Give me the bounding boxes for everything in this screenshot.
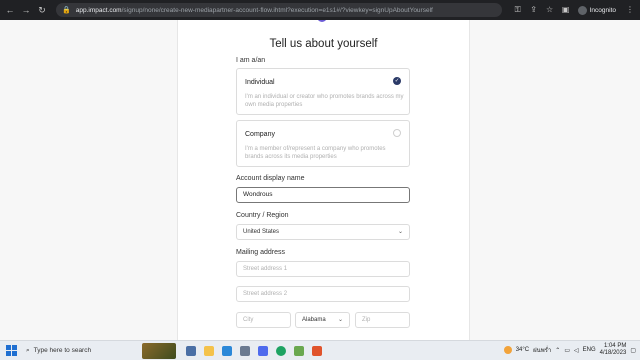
weather-temp: 34°C: [515, 347, 530, 353]
zip-input[interactable]: Zip: [355, 312, 410, 328]
taskbar: ⌕ Type here to search 34°C ฝนพร่ำ ⌃ ▭ ◁ …: [0, 340, 640, 360]
clock[interactable]: 1:04 PM 4/18/2023: [600, 343, 627, 357]
task-view-icon[interactable]: [186, 345, 196, 356]
key-icon[interactable]: ⚿: [512, 4, 524, 16]
system-tray: 34°C ฝนพร่ำ ⌃ ▭ ◁ ENG 1:04 PM 4/18/2023 …: [503, 343, 636, 357]
street1-input[interactable]: Street address 1: [236, 261, 410, 277]
chevron-down-icon: ⌄: [337, 317, 343, 323]
star-icon[interactable]: ☆: [544, 4, 556, 16]
network-icon[interactable]: ▭: [564, 347, 570, 354]
option-individual-title: Individual: [245, 79, 275, 86]
country-value: United States: [243, 229, 280, 235]
option-company-title: Company: [245, 131, 275, 138]
browser-toolbar: ← → ↻ 🔒 app.impact.com/signup/none/creat…: [0, 0, 640, 20]
search-highlight-image: [142, 342, 176, 359]
search-icon: ⌕: [26, 346, 30, 354]
tray-chevron-icon[interactable]: ⌃: [555, 347, 560, 354]
taskbar-apps: [186, 345, 322, 356]
state-value: Alabama: [302, 317, 326, 323]
weather-icon: [503, 346, 512, 354]
radio-checked-icon[interactable]: ✓: [393, 77, 401, 85]
country-label: Country / Region: [236, 212, 289, 219]
option-individual[interactable]: Individual I'm an individual or creator …: [236, 68, 410, 115]
state-select[interactable]: Alabama ⌄: [295, 312, 350, 328]
chevron-down-icon: ⌄: [397, 229, 403, 235]
file-explorer-icon[interactable]: [204, 345, 214, 356]
option-company-desc: I'm a member of/represent a company who …: [245, 146, 386, 160]
type-label: I am a/an: [236, 57, 266, 64]
display-name-input[interactable]: Wondrous: [236, 187, 410, 203]
lock-icon: 🔒: [62, 7, 71, 14]
display-name-label: Account display name: [236, 175, 305, 182]
incognito-icon: [577, 5, 587, 15]
forward-icon[interactable]: →: [20, 4, 32, 16]
store-icon[interactable]: [240, 345, 250, 356]
weather-desc: ฝนพร่ำ: [533, 348, 552, 354]
incognito-label: Incognito: [589, 6, 616, 14]
option-company[interactable]: Company I'm a member of/represent a comp…: [236, 120, 410, 167]
edge-icon[interactable]: [222, 345, 232, 356]
url-path: /signup/none/create-new-mediapartner-acc…: [121, 6, 433, 14]
address-bar[interactable]: 🔒 app.impact.com/signup/none/create-new-…: [56, 3, 502, 17]
clock-date: 4/18/2023: [599, 350, 627, 356]
windows-start-icon[interactable]: [4, 343, 20, 359]
incognito-badge[interactable]: Incognito: [576, 5, 620, 15]
country-select[interactable]: United States ⌄: [236, 224, 410, 240]
mailing-label: Mailing address: [236, 249, 286, 256]
chrome-icon[interactable]: [276, 345, 286, 356]
radio-unchecked-icon[interactable]: [393, 129, 401, 137]
menu-icon[interactable]: ⋮: [624, 4, 636, 16]
volume-icon[interactable]: ◁: [574, 347, 579, 354]
clock-time: 1:04 PM: [603, 343, 627, 349]
language-indicator[interactable]: ENG: [583, 347, 596, 353]
page: Tell us about yourself I am a/an Individ…: [0, 20, 640, 340]
url-host: app.impact.com: [75, 6, 122, 14]
sidebar-icon[interactable]: ▣: [560, 4, 572, 16]
city-input[interactable]: City: [236, 312, 291, 328]
taskbar-search[interactable]: ⌕ Type here to search: [26, 343, 138, 359]
calculator-icon[interactable]: [258, 345, 268, 356]
camtasia-icon[interactable]: [294, 345, 304, 356]
reload-icon[interactable]: ↻: [36, 4, 48, 16]
option-individual-desc: I'm an individual or creator who promote…: [245, 94, 404, 108]
canva-icon[interactable]: [312, 345, 322, 356]
back-icon[interactable]: ←: [4, 4, 16, 16]
url-text: app.impact.com/signup/none/create-new-me…: [76, 7, 433, 14]
notifications-icon[interactable]: ▢: [630, 347, 636, 354]
taskbar-search-text: Type here to search: [33, 347, 92, 354]
page-title: Tell us about yourself: [269, 38, 378, 50]
street2-input[interactable]: Street address 2: [236, 286, 410, 302]
share-icon[interactable]: ⇪: [528, 4, 540, 16]
